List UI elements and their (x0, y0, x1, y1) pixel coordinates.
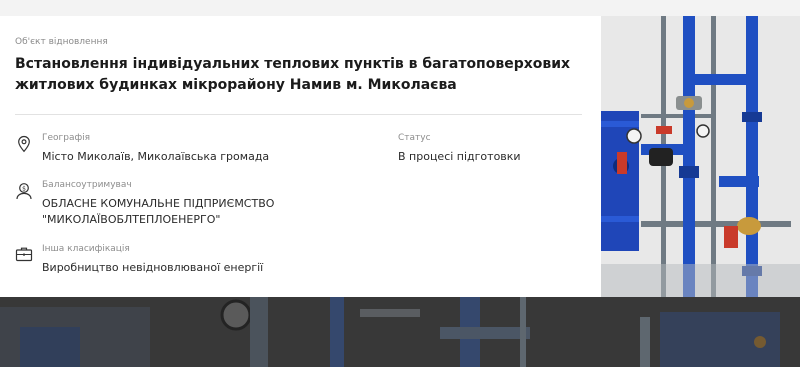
heating-substation-illustration (601, 16, 800, 297)
divider (15, 114, 582, 115)
location-pin-icon (18, 135, 30, 153)
object-type-label: Об'єкт відновлення (15, 37, 108, 47)
geography-value: Місто Миколаїв, Миколаївська громада (42, 150, 270, 163)
person-money-icon: $ (16, 183, 32, 200)
other-classification-value: Виробництво невідновлюваної енергії (42, 261, 264, 274)
background-photo (0, 297, 800, 367)
object-title: Встановлення індивідуальних теплових пун… (15, 56, 571, 93)
status-label: Статус (398, 133, 431, 143)
briefcase-icon (15, 247, 33, 262)
balance-holder-value: ОБЛАСНЕ КОМУНАЛЬНЕ ПІДПРИЄМСТВО "МИКОЛАЇ… (42, 197, 275, 226)
status-value: В процесі підготовки (398, 150, 521, 163)
other-classification-label: Інша класифікація (42, 244, 130, 254)
geography-label: Географія (42, 133, 91, 143)
object-card: Об'єкт відновлення Встановлення індивіду… (0, 16, 601, 297)
svg-text:$: $ (22, 185, 26, 192)
object-photo (601, 16, 800, 297)
background-equipment-illustration (0, 297, 800, 367)
balance-holder-label: Балансоутримувач (42, 180, 132, 190)
page-top-strip (0, 0, 800, 16)
